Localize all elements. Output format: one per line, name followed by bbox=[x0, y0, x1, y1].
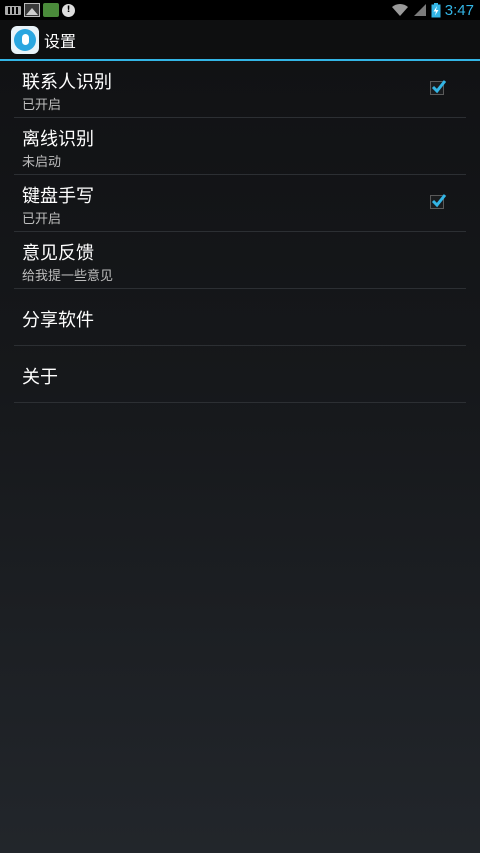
setting-about[interactable]: 关于 bbox=[14, 346, 466, 403]
battery-charging-icon bbox=[431, 2, 441, 17]
setting-keyboard-handwriting[interactable]: 键盘手写 已开启 bbox=[14, 175, 466, 232]
setting-subtitle: 未启动 bbox=[22, 155, 62, 170]
checkmark-icon bbox=[431, 80, 447, 94]
keyboard-icon bbox=[5, 5, 21, 15]
signal-icon bbox=[413, 4, 426, 16]
setting-title: 键盘手写 bbox=[22, 186, 94, 207]
image-icon bbox=[24, 3, 40, 17]
keyboard-handwriting-checkbox[interactable] bbox=[430, 194, 447, 209]
setting-title: 关于 bbox=[22, 367, 58, 388]
system-icons: 3:47 bbox=[391, 2, 480, 19]
voice-input-app-icon[interactable] bbox=[11, 25, 39, 54]
status-bar: ! 3:47 bbox=[0, 0, 480, 20]
clock: 3:47 bbox=[444, 1, 474, 19]
setting-subtitle: 给我提一些意见 bbox=[22, 269, 114, 284]
checkmark-icon bbox=[431, 194, 447, 208]
setting-title: 离线识别 bbox=[22, 129, 94, 150]
page-title: 设置 bbox=[44, 31, 77, 51]
setting-title: 意见反馈 bbox=[22, 243, 94, 264]
setting-title: 联系人识别 bbox=[22, 72, 112, 93]
app-green-icon bbox=[43, 3, 59, 17]
setting-subtitle: 已开启 bbox=[22, 98, 62, 113]
setting-offline-recognition[interactable]: 离线识别 未启动 bbox=[14, 118, 466, 175]
setting-subtitle: 已开启 bbox=[22, 212, 62, 227]
wifi-icon bbox=[391, 3, 408, 17]
setting-share[interactable]: 分享软件 bbox=[14, 289, 466, 346]
settings-list: 联系人识别 已开启 离线识别 未启动 键盘手写 已开启 意见反馈 给我提一些意见… bbox=[14, 61, 466, 403]
setting-contact-recognition[interactable]: 联系人识别 已开启 bbox=[14, 61, 466, 118]
action-bar: 设置 bbox=[0, 20, 480, 59]
setting-title: 分享软件 bbox=[22, 310, 94, 331]
contact-recognition-checkbox[interactable] bbox=[430, 80, 447, 95]
shield-icon: ! bbox=[62, 3, 75, 17]
setting-feedback[interactable]: 意见反馈 给我提一些意见 bbox=[14, 232, 466, 289]
microphone-icon bbox=[14, 28, 36, 51]
notification-icons: ! bbox=[0, 3, 75, 17]
